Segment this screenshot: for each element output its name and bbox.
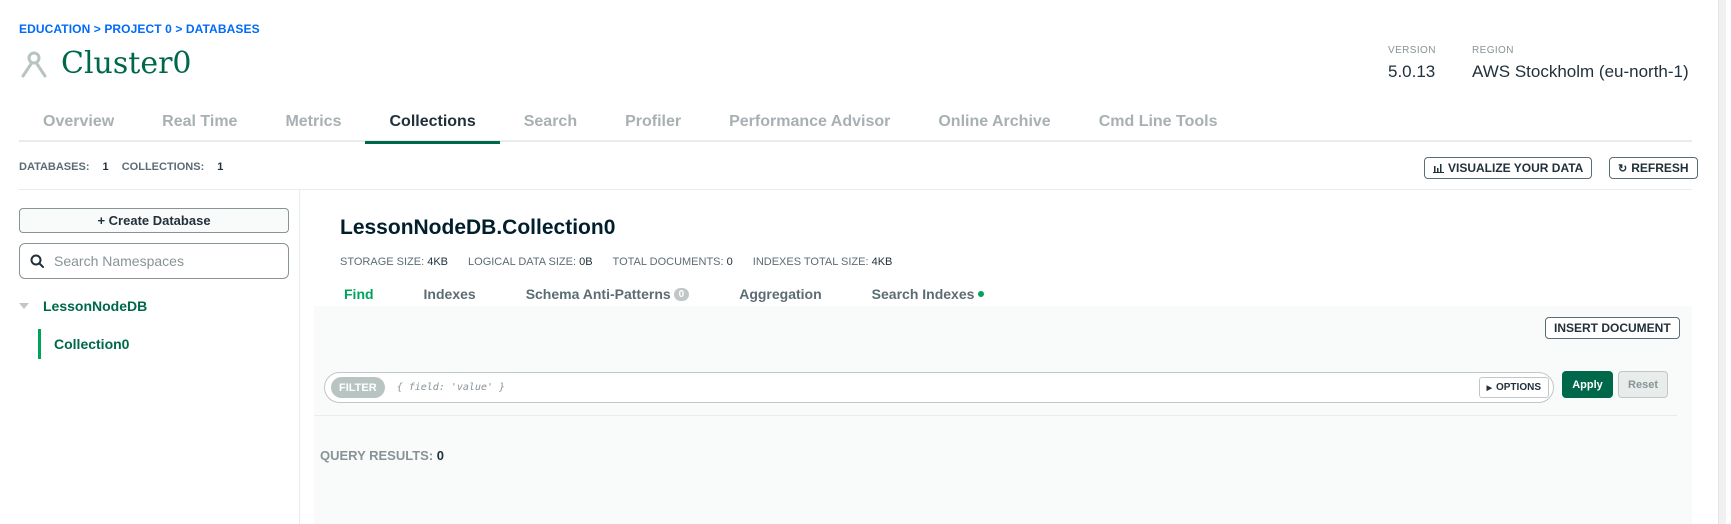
subtab-indexes[interactable]: Indexes [424,286,476,302]
stat-logical-data-size: LOGICAL DATA SIZE: 0B [468,256,593,268]
breadcrumb[interactable]: EDUCATION > PROJECT 0 > DATABASES [19,22,260,36]
schema-count-badge: 0 [673,287,690,301]
tab-online-archive[interactable]: Online Archive [914,103,1074,142]
namespace-counts: DATABASES: 1 COLLECTIONS: 1 [19,161,233,173]
subtab-schema-anti-patterns[interactable]: Schema Anti-Patterns 0 [526,286,690,302]
sidebar-divider [299,190,300,524]
cluster-icon [21,51,47,77]
subtab-aggregation[interactable]: Aggregation [739,286,821,302]
query-results-label: QUERY RESULTS: [320,448,434,463]
options-button[interactable]: ▶ OPTIONS [1478,377,1549,398]
tab-performance-advisor[interactable]: Performance Advisor [705,103,914,142]
tab-overview[interactable]: Overview [19,103,138,142]
filter-tag: FILTER [331,377,385,398]
status-dot-icon [978,291,985,297]
sidebar-item-collection[interactable]: Collection0 [38,329,129,359]
insert-document-button[interactable]: INSERT DOCUMENT [1545,317,1680,339]
refresh-icon: ↻ [1618,162,1628,175]
databases-count-label: DATABASES: [19,161,90,173]
tab-cmd-line-tools[interactable]: Cmd Line Tools [1075,103,1242,142]
reset-button[interactable]: Reset [1618,371,1668,398]
region-label: REGION [1472,45,1514,56]
collections-count: 1 [217,161,224,173]
search-icon [30,254,44,268]
cluster-name: Cluster0 [61,46,192,81]
tab-collections[interactable]: Collections [365,103,500,144]
caret-right-icon: ▶ [1486,384,1492,392]
subtab-find[interactable]: Find [344,286,374,302]
tab-metrics[interactable]: Metrics [261,103,365,142]
apply-button[interactable]: Apply [1562,371,1613,398]
tab-profiler[interactable]: Profiler [601,103,705,142]
divider [19,189,1692,190]
version-value: 5.0.13 [1388,62,1436,81]
tab-search[interactable]: Search [500,103,601,142]
stat-indexes-total-size: INDEXES TOTAL SIZE: 4KB [752,256,893,268]
collection-stats: STORAGE SIZE: 4KB LOGICAL DATA SIZE: 0B … [340,256,912,268]
version-info: VERSION 5.0.13 [1388,45,1436,82]
stat-total-documents: TOTAL DOCUMENTS: 0 [612,256,733,268]
collection-subtabs: Find Indexes Schema Anti-Patterns 0 Aggr… [344,286,1034,302]
search-namespaces-field[interactable] [19,243,289,279]
collection-title: LessonNodeDB.Collection0 [340,216,616,239]
region-value: AWS Stockholm (eu-north-1) [1472,62,1689,81]
databases-count: 1 [102,161,109,173]
panel-divider [314,415,1677,416]
caret-down-icon[interactable] [19,303,29,309]
query-results-count: 0 [436,448,445,463]
chart-icon [1433,164,1444,173]
database-name[interactable]: LessonNodeDB [43,298,147,314]
visualize-data-button[interactable]: VISUALIZE YOUR DATA [1424,157,1593,179]
search-namespaces-input[interactable] [54,253,274,269]
subtab-search-indexes[interactable]: Search Indexes [872,286,985,302]
create-database-button[interactable]: + Create Database [19,208,289,233]
refresh-button[interactable]: ↻ REFRESH [1609,157,1698,179]
collections-count-label: COLLECTIONS: [121,161,205,173]
sidebar-item-database[interactable]: LessonNodeDB [19,298,147,314]
tab-real-time[interactable]: Real Time [138,103,261,142]
filter-input[interactable] [396,382,1479,393]
filter-bar[interactable]: FILTER ▶ OPTIONS [324,372,1554,403]
region-info: REGION AWS Stockholm (eu-north-1) [1472,45,1689,82]
cluster-tabs: Overview Real Time Metrics Collections S… [19,103,1692,144]
options-label: OPTIONS [1495,382,1541,393]
scrollbar[interactable] [1718,0,1726,524]
cluster-header: Cluster0 [19,46,192,81]
visualize-data-label: VISUALIZE YOUR DATA [1448,161,1584,175]
stat-storage-size: STORAGE SIZE: 4KB [340,256,449,268]
version-label: VERSION [1388,45,1436,56]
refresh-label: REFRESH [1631,161,1689,175]
query-results: QUERY RESULTS: 0 [320,448,444,463]
